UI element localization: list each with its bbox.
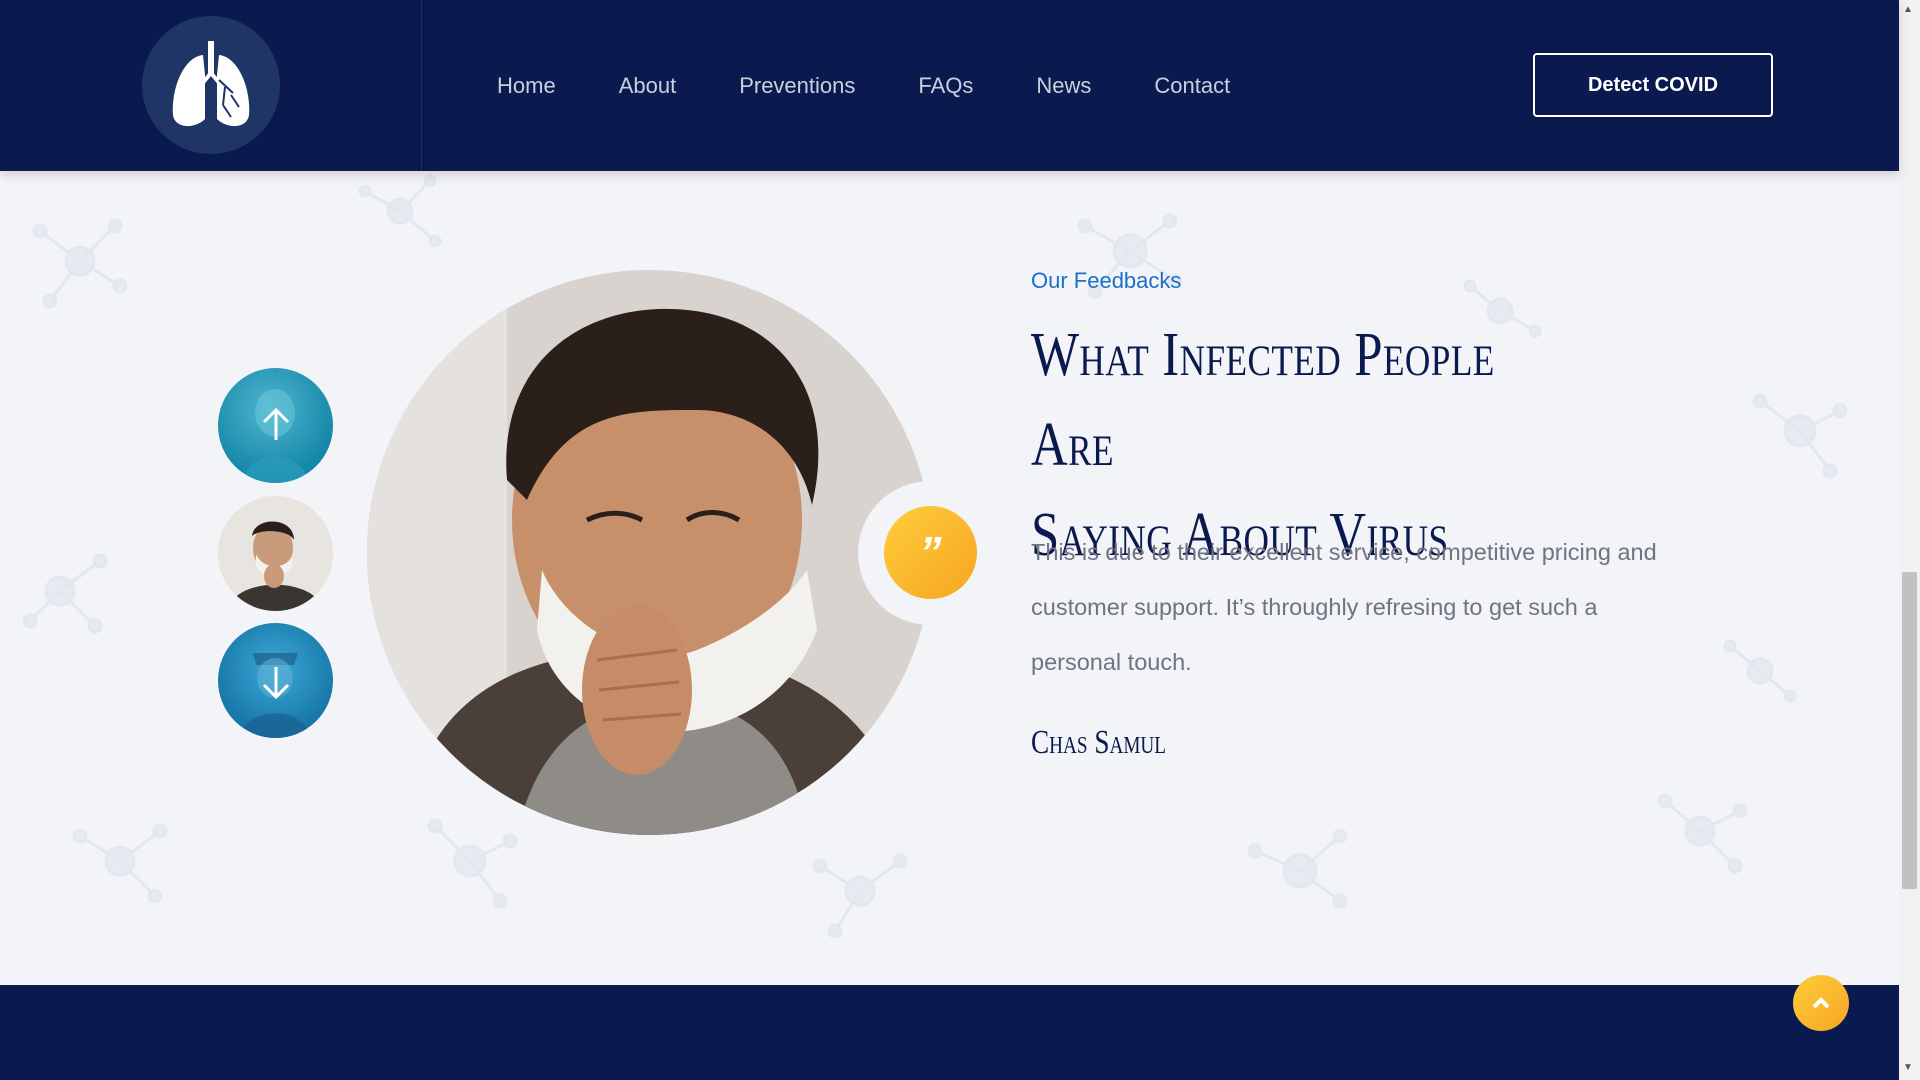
quote-icon: ” bbox=[884, 506, 977, 599]
scrollbar-thumb[interactable] bbox=[1902, 572, 1917, 889]
header-divider bbox=[421, 0, 422, 171]
detect-covid-button[interactable]: Detect COVID bbox=[1533, 53, 1773, 117]
section-title-line1: What Infected People Are bbox=[1031, 321, 1495, 479]
nav-preventions[interactable]: Preventions bbox=[739, 73, 855, 99]
thumbnail-current[interactable] bbox=[218, 496, 333, 611]
nav-contact[interactable]: Contact bbox=[1154, 73, 1230, 99]
testimonial-photo bbox=[367, 270, 932, 835]
site-header: Home About Preventions FAQs News Contact… bbox=[0, 0, 1899, 171]
scroll-down-arrow-icon[interactable]: ▼ bbox=[1903, 1062, 1913, 1073]
nav-home[interactable]: Home bbox=[497, 73, 556, 99]
chevron-up-icon bbox=[1812, 997, 1830, 1009]
footer-band bbox=[0, 985, 1899, 1080]
lungs-logo-icon[interactable] bbox=[142, 16, 280, 154]
main-nav: Home About Preventions FAQs News Contact bbox=[497, 0, 1293, 171]
section-eyebrow: Our Feedbacks bbox=[1031, 268, 1182, 293]
testimonial-author: Chas Samul bbox=[1031, 724, 1167, 761]
nav-about[interactable]: About bbox=[619, 73, 677, 99]
page-scrollbar[interactable] bbox=[1899, 0, 1920, 1080]
nav-faqs[interactable]: FAQs bbox=[918, 73, 973, 99]
scroll-up-arrow-icon[interactable]: ▲ bbox=[1903, 4, 1913, 15]
nav-news[interactable]: News bbox=[1036, 73, 1091, 99]
thumbnail-next-button[interactable] bbox=[218, 623, 333, 738]
testimonial-text: This is due to their excellent service, … bbox=[1031, 539, 1657, 675]
back-to-top-button[interactable] bbox=[1793, 975, 1849, 1031]
thumbnail-prev-button[interactable] bbox=[218, 368, 333, 483]
